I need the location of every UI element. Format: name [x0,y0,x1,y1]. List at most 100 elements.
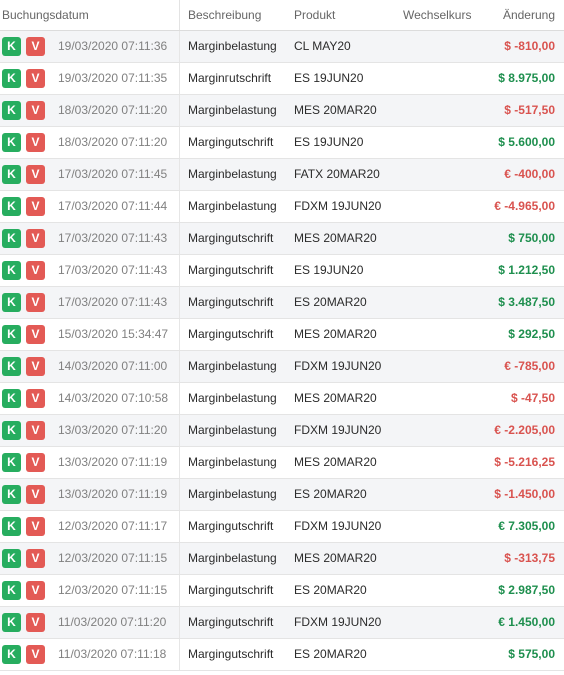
sell-v-button[interactable]: V [26,133,45,152]
column-header-exchange-rate[interactable]: Wechselkurs [403,0,471,30]
table-row: K V 13/03/2020 07:11:19 Marginbelastung MES … [0,447,564,479]
sell-v-button[interactable]: V [26,453,45,472]
column-divider [179,31,180,62]
buy-k-button[interactable]: K [2,293,21,312]
buy-k-button[interactable]: K [2,549,21,568]
booking-date-cell: 13/03/2020 07:11:19 [58,487,168,501]
buy-k-button[interactable]: K [2,69,21,88]
product-cell: ES 20MAR20 [294,647,367,661]
description-cell: Marginгutschrift [188,71,272,85]
sell-v-button[interactable]: V [26,261,45,280]
column-divider [179,575,180,606]
sell-v-button[interactable]: V [26,165,45,184]
sell-v-button[interactable]: V [26,581,45,600]
column-divider [179,479,180,510]
description-cell: Marginbelastung [188,551,277,565]
column-divider [179,159,180,190]
buy-k-button[interactable]: K [2,261,21,280]
column-divider [179,127,180,158]
buy-k-button[interactable]: K [2,453,21,472]
buy-k-button[interactable]: K [2,229,21,248]
sell-v-button[interactable]: V [26,421,45,440]
sell-v-button[interactable]: V [26,197,45,216]
table-row: K V 19/03/2020 07:11:36 Marginbelastung CL M… [0,31,564,63]
buy-k-button[interactable]: K [2,357,21,376]
product-cell: MES 20MAR20 [294,455,377,469]
column-header-description[interactable]: Beschreibung [188,0,261,30]
sell-v-button[interactable]: V [26,613,45,632]
table-header: Buchungsdatum Beschreibung Produkt Wechs… [0,0,564,31]
table-row: K V 18/03/2020 07:11:20 Margingutschrift ES … [0,127,564,159]
description-cell: Marginbelastung [188,359,277,373]
table-row: K V 14/03/2020 07:10:58 Marginbelastung MES … [0,383,564,415]
change-amount-cell: $ -313,75 [504,551,555,565]
booking-date-cell: 15/03/2020 15:34:47 [58,327,169,341]
product-cell: ES 19JUN20 [294,71,364,85]
change-amount-cell: $ -1.450,00 [494,487,555,501]
booking-date-cell: 12/03/2020 07:11:15 [58,583,168,597]
booking-date-cell: 12/03/2020 07:11:17 [58,519,168,533]
sell-v-button[interactable]: V [26,517,45,536]
description-cell: Marginbelastung [188,487,277,501]
change-amount-cell: $ 292,50 [508,327,555,341]
product-cell: MES 20MAR20 [294,551,377,565]
buy-k-button[interactable]: K [2,325,21,344]
sell-v-button[interactable]: V [26,101,45,120]
buy-k-button[interactable]: K [2,613,21,632]
column-divider [179,95,180,126]
table-row: K V 12/03/2020 07:11:15 Marginbelastung MES … [0,543,564,575]
buy-k-button[interactable]: K [2,645,21,664]
sell-v-button[interactable]: V [26,69,45,88]
column-divider [179,191,180,222]
change-amount-cell: $ 3.487,50 [498,295,555,309]
column-divider [179,447,180,478]
sell-v-button[interactable]: V [26,229,45,248]
column-header-product[interactable]: Produkt [294,0,335,30]
change-amount-cell: $ -810,00 [504,39,555,53]
change-amount-cell: $ -517,50 [504,103,555,117]
description-cell: Margingutschrift [188,519,274,533]
booking-date-cell: 14/03/2020 07:10:58 [58,391,169,405]
product-cell: FDXM 19JUN20 [294,519,382,533]
sell-v-button[interactable]: V [26,357,45,376]
table-row: K V 17/03/2020 07:11:45 Marginbelastung FATX… [0,159,564,191]
buy-k-button[interactable]: K [2,581,21,600]
column-header-change[interactable]: Änderung [503,0,555,30]
sell-v-button[interactable]: V [26,325,45,344]
buy-k-button[interactable]: K [2,389,21,408]
product-cell: MES 20MAR20 [294,231,377,245]
change-amount-cell: $ 5.600,00 [498,135,555,149]
column-divider [179,607,180,638]
product-cell: MES 20MAR20 [294,391,377,405]
buy-k-button[interactable]: K [2,133,21,152]
product-cell: ES 19JUN20 [294,135,364,149]
sell-v-button[interactable]: V [26,293,45,312]
buy-k-button[interactable]: K [2,37,21,56]
sell-v-button[interactable]: V [26,389,45,408]
sell-v-button[interactable]: V [26,549,45,568]
description-cell: Marginbelastung [188,455,277,469]
buy-k-button[interactable]: K [2,517,21,536]
description-cell: Marginbelastung [188,103,277,117]
change-amount-cell: € -4.965,00 [494,199,555,213]
column-divider [179,0,180,30]
product-cell: FDXM 19JUN20 [294,615,382,629]
column-header-date[interactable]: Buchungsdatum [2,0,89,30]
booking-date-cell: 17/03/2020 07:11:43 [58,231,168,245]
product-cell: ES 20MAR20 [294,487,367,501]
sell-v-button[interactable]: V [26,485,45,504]
change-amount-cell: € -400,00 [504,167,555,181]
buy-k-button[interactable]: K [2,101,21,120]
sell-v-button[interactable]: V [26,645,45,664]
sell-v-button[interactable]: V [26,37,45,56]
buy-k-button[interactable]: K [2,165,21,184]
table-row: K V 17/03/2020 07:11:43 Margingutschrift MES… [0,223,564,255]
table-row: K V 13/03/2020 07:11:19 Marginbelastung ES 2… [0,479,564,511]
buy-k-button[interactable]: K [2,485,21,504]
buy-k-button[interactable]: K [2,197,21,216]
booking-date-cell: 13/03/2020 07:11:20 [58,423,168,437]
buy-k-button[interactable]: K [2,421,21,440]
booking-date-cell: 13/03/2020 07:11:19 [58,455,168,469]
column-divider [179,543,180,574]
column-divider [179,319,180,350]
